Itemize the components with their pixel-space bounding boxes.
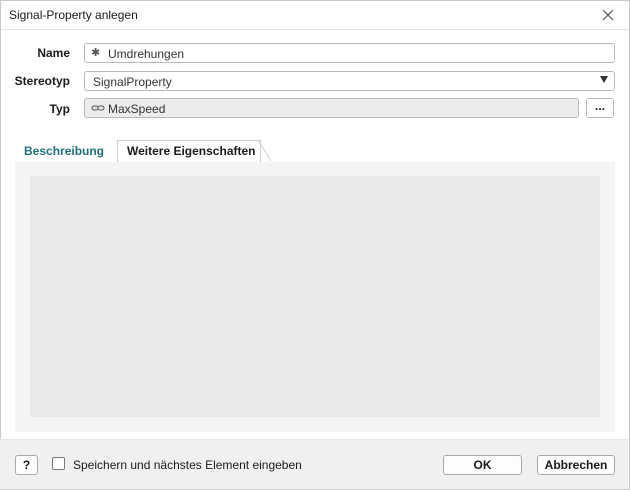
save-next-label: Speichern und nächstes Element eingeben: [73, 458, 302, 472]
name-value: Umdrehungen: [108, 47, 185, 61]
typ-field: MaxSpeed: [84, 98, 579, 118]
properties-area: [30, 176, 600, 417]
chevron-down-icon: [600, 76, 608, 83]
help-button[interactable]: ?: [15, 455, 38, 475]
tab-edge: [258, 140, 272, 162]
name-input[interactable]: ✱ Umdrehungen: [84, 43, 615, 63]
title-bar: Signal-Property anlegen: [1, 1, 629, 30]
typ-label: Typ: [49, 102, 70, 116]
link-icon: [91, 102, 105, 114]
name-label: Name: [37, 46, 70, 60]
stereotyp-label: Stereotyp: [14, 74, 70, 88]
cancel-button[interactable]: Abbrechen: [537, 455, 615, 475]
stereotyp-value: SignalProperty: [93, 75, 172, 89]
ok-button[interactable]: OK: [443, 455, 522, 475]
tab-beschreibung[interactable]: Beschreibung: [18, 140, 120, 162]
asterisk-icon: ✱: [91, 47, 101, 59]
window-title: Signal-Property anlegen: [9, 8, 138, 22]
browse-button[interactable]: ...: [586, 98, 614, 118]
save-next-checkbox[interactable]: [52, 457, 65, 470]
typ-value: MaxSpeed: [108, 102, 166, 116]
close-icon[interactable]: [601, 8, 615, 22]
stereotyp-select[interactable]: SignalProperty: [84, 71, 615, 91]
tab-weitere-eigenschaften[interactable]: Weitere Eigenschaften: [117, 140, 261, 162]
